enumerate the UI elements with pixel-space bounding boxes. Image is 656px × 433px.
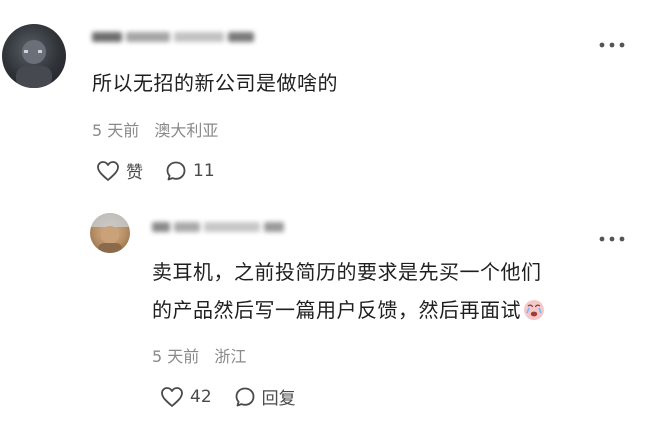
username-redacted[interactable]: [92, 32, 254, 42]
reply-button[interactable]: 11: [165, 160, 215, 182]
avatar[interactable]: [90, 213, 130, 253]
comment-bubble-icon: [235, 387, 255, 406]
comment-text-line-2: 的产品然后写一篇用户反馈，然后再面试: [152, 291, 545, 329]
comment-text-line-1: 卖耳机，之前投简历的要求是先买一个他们: [152, 260, 542, 284]
like-label: 赞: [126, 163, 143, 183]
crying-face-emoji-icon: [524, 300, 544, 320]
more-options-icon[interactable]: [598, 32, 626, 54]
comment-1: 所以无招的新公司是做啥的 5 天前 澳大利亚 赞 11: [0, 0, 656, 200]
comment-actions: 42 回复: [160, 384, 318, 409]
avatar-image: [16, 40, 52, 88]
comment-time: 5 天前: [92, 121, 140, 140]
comment-location: 浙江: [214, 347, 247, 366]
heart-icon: [97, 160, 119, 181]
comment-time: 5 天前: [152, 347, 200, 366]
comment-meta: 5 天前 澳大利亚: [92, 117, 218, 141]
reply-label: 回复: [261, 389, 296, 409]
avatar[interactable]: [2, 24, 66, 88]
like-button[interactable]: 42: [160, 386, 212, 408]
comment-text-line-2-content: 的产品然后写一篇用户反馈，然后再面试: [152, 298, 521, 322]
more-options-icon[interactable]: [598, 226, 626, 248]
like-button[interactable]: 赞: [96, 158, 143, 183]
comment-location: 澳大利亚: [154, 121, 219, 140]
reply-button[interactable]: 回复: [234, 384, 296, 409]
like-count: 42: [190, 386, 212, 407]
reply-count: 11: [193, 160, 215, 181]
avatar-image: [90, 213, 130, 253]
comment-text: 所以无招的新公司是做啥的: [92, 71, 338, 95]
heart-icon: [161, 386, 183, 407]
username-redacted[interactable]: [152, 222, 284, 232]
comment-2: 卖耳机，之前投简历的要求是先买一个他们 的产品然后写一篇用户反馈，然后再面试 5…: [0, 200, 656, 433]
comment-meta: 5 天前 浙江: [152, 343, 246, 367]
comment-actions: 赞 11: [96, 158, 237, 183]
comment-text: 卖耳机，之前投简历的要求是先买一个他们 的产品然后写一篇用户反馈，然后再面试: [152, 253, 545, 329]
comment-bubble-icon: [166, 161, 186, 180]
